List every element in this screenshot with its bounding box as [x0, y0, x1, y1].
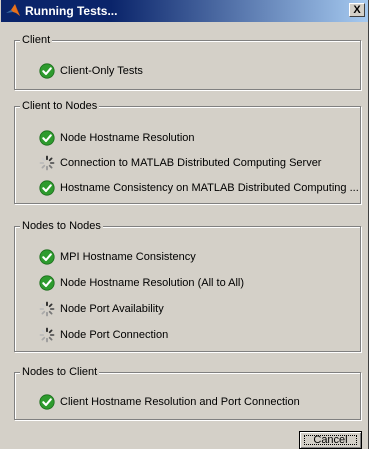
title-bar[interactable]: Running Tests... X	[1, 0, 368, 22]
test-item: Connection to MATLAB Distributed Computi…	[39, 154, 321, 172]
test-label: Node Hostname Resolution	[60, 132, 195, 144]
test-label: Client Hostname Resolution and Port Conn…	[60, 396, 300, 408]
check-circle-icon	[39, 394, 55, 410]
test-label: Node Port Availability	[60, 303, 164, 315]
test-item: Client-Only Tests	[39, 62, 143, 80]
group-client-to-nodes: Client to Nodes Node Hostname Resolution	[14, 99, 361, 204]
test-label: Connection to MATLAB Distributed Computi…	[60, 157, 322, 169]
test-item: Node Port Connection	[39, 326, 168, 344]
check-circle-icon	[39, 130, 55, 146]
test-label: Hostname Consistency on MATLAB Distribut…	[60, 182, 359, 194]
check-circle-icon	[39, 63, 55, 79]
matlab-logo-icon	[6, 4, 20, 16]
check-circle-icon	[39, 249, 55, 265]
spinner-icon	[39, 327, 55, 343]
close-button[interactable]: X	[349, 3, 365, 17]
focus-rectangle	[304, 435, 357, 445]
running-tests-dialog: Running Tests... X Client Client-Only Te…	[0, 0, 369, 449]
group-label-nodes-to-client: Nodes to Client	[20, 365, 100, 379]
test-label: Client-Only Tests	[60, 65, 143, 77]
test-label: MPI Hostname Consistency	[60, 251, 196, 263]
test-item: Node Hostname Resolution (All to All)	[39, 274, 244, 292]
check-circle-icon	[39, 180, 55, 196]
test-item: Hostname Consistency on MATLAB Distribut…	[39, 179, 359, 197]
group-nodes-to-client: Nodes to Client Client Hostname Resoluti…	[14, 365, 361, 420]
test-item: Client Hostname Resolution and Port Conn…	[39, 393, 300, 411]
cancel-button[interactable]: Cancel	[299, 431, 362, 449]
group-label-nodes-to-nodes: Nodes to Nodes	[20, 219, 103, 233]
spinner-icon	[39, 155, 55, 171]
group-label-client-to-nodes: Client to Nodes	[20, 99, 100, 113]
test-item: Node Port Availability	[39, 300, 164, 318]
test-label: Node Port Connection	[60, 329, 169, 341]
group-client: Client Client-Only Tests	[14, 33, 361, 90]
test-item: MPI Hostname Consistency	[39, 248, 196, 266]
group-label-client: Client	[20, 33, 53, 47]
spinner-icon	[39, 301, 55, 317]
test-label: Node Hostname Resolution (All to All)	[60, 277, 245, 289]
window-title: Running Tests...	[25, 4, 118, 18]
check-circle-icon	[39, 275, 55, 291]
test-item: Node Hostname Resolution	[39, 129, 195, 147]
group-nodes-to-nodes: Nodes to Nodes MPI Hostname Consistency …	[14, 219, 361, 352]
